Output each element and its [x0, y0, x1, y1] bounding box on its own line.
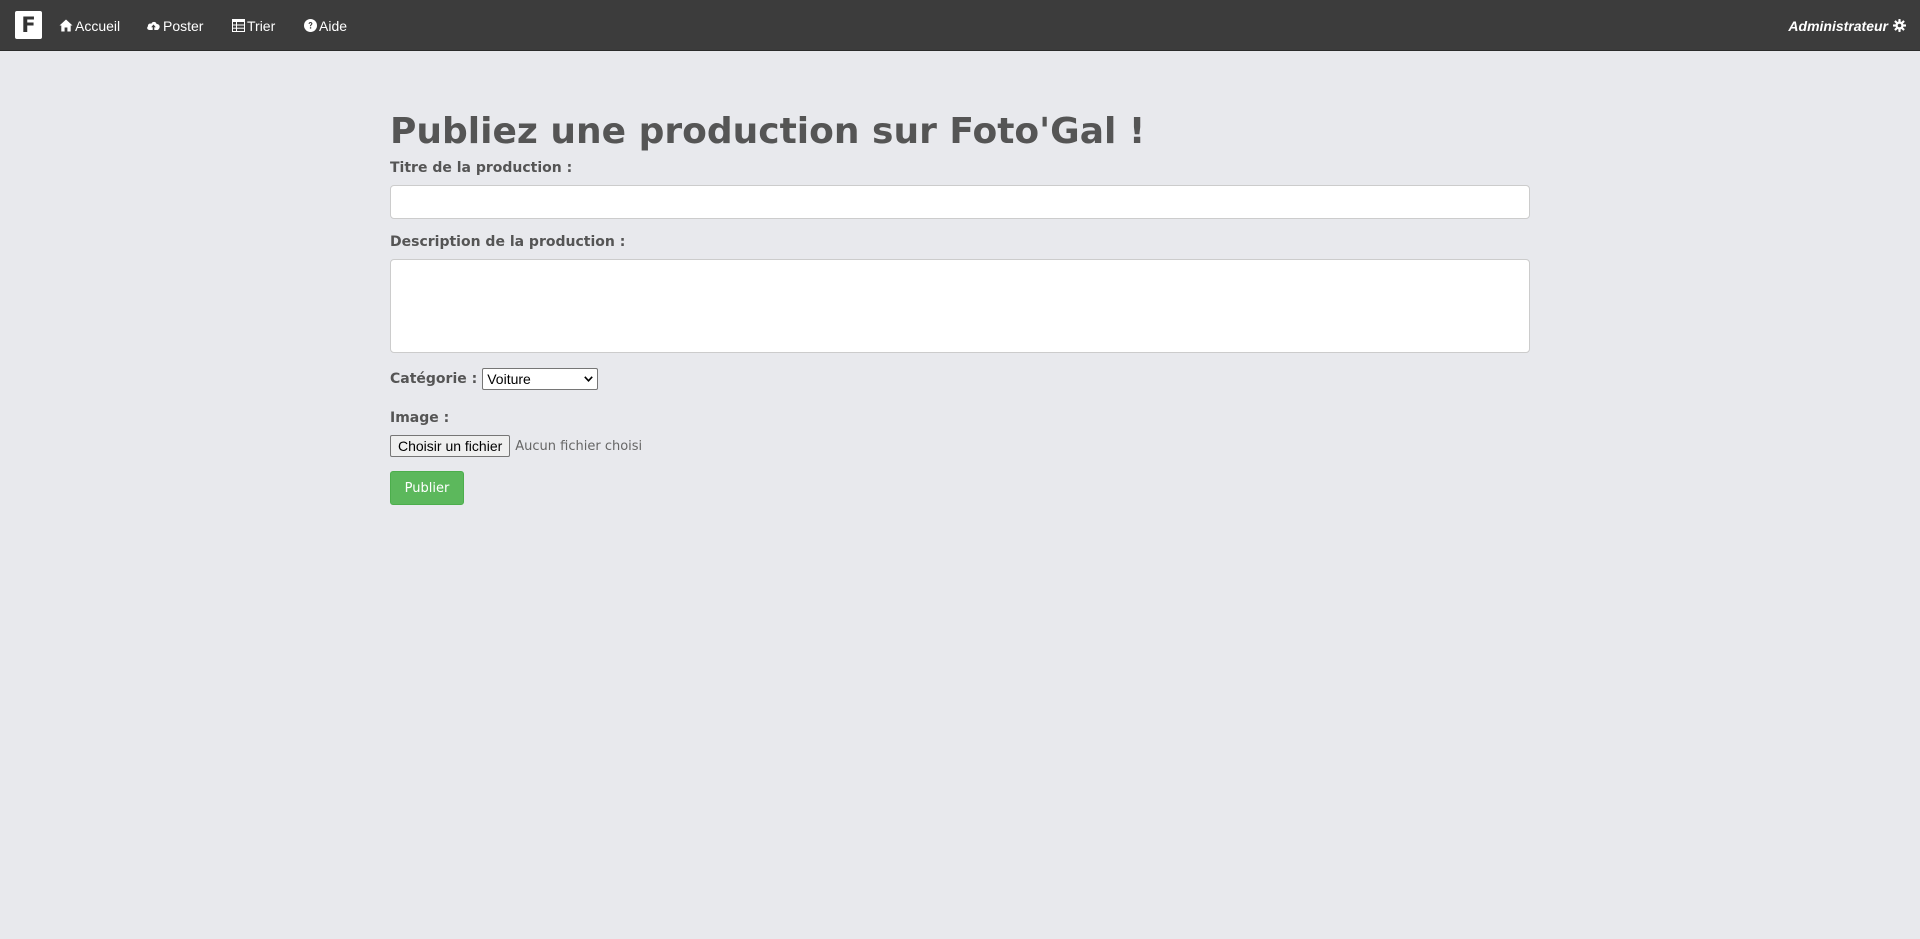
description-textarea[interactable] — [390, 259, 1530, 353]
nav-aide-label: Aide — [319, 17, 348, 34]
gear-icon — [1888, 19, 1906, 32]
nav-poster[interactable]: Poster — [146, 0, 203, 51]
description-label: Description de la production : — [390, 234, 626, 250]
title-label: Titre de la production : — [390, 160, 573, 176]
category-label: Catégorie : — [390, 371, 478, 387]
nav-trier[interactable]: Trier — [232, 0, 275, 51]
brand-logo[interactable]: F — [15, 11, 42, 39]
publish-button[interactable]: Publier — [390, 471, 464, 505]
choose-file-button[interactable]: Choisir un fichier — [390, 435, 511, 457]
file-input: Choisir un fichier Aucun fichier choisi — [390, 435, 642, 457]
nav-aide[interactable]: Aide — [304, 0, 347, 51]
question-circle-icon — [304, 19, 319, 32]
category-selected-value: Voiture — [487, 371, 531, 387]
user-menu[interactable]: Administrateur — [1788, 0, 1906, 51]
top-navbar: F Accueil Poster Trier Aide Administrate… — [0, 0, 1920, 51]
nav-accueil-label: Accueil — [75, 17, 121, 34]
image-label: Image : — [390, 410, 450, 426]
category-select[interactable]: Voiture — [482, 368, 599, 390]
user-name: Administrateur — [1788, 17, 1888, 34]
chevron-down-icon — [584, 376, 594, 382]
home-icon — [59, 19, 75, 32]
nav-trier-label: Trier — [247, 17, 276, 34]
table-icon — [232, 19, 247, 32]
page-title: Publiez une production sur Foto'Gal ! — [390, 111, 1146, 152]
nav-accueil[interactable]: Accueil — [59, 0, 120, 51]
title-input[interactable] — [390, 185, 1530, 219]
cloud-upload-icon — [146, 20, 163, 32]
file-status: Aucun fichier choisi — [515, 438, 643, 454]
category-row: Catégorie : Voiture — [390, 368, 599, 390]
nav-poster-label: Poster — [163, 17, 204, 34]
